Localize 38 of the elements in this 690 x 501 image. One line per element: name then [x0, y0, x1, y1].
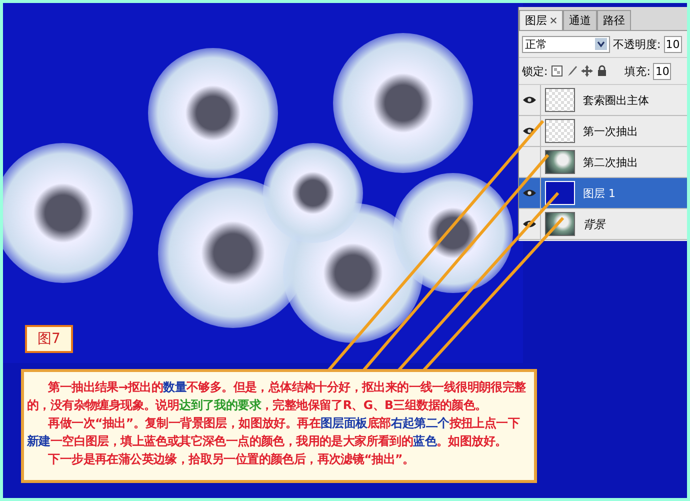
fill-field[interactable]: 10: [653, 62, 672, 80]
layer-name: 第二次抽出: [583, 154, 638, 170]
panel-tab[interactable]: 图层: [519, 10, 563, 30]
layer-row[interactable]: 套索圈出主体: [519, 85, 687, 116]
opacity-field[interactable]: 10: [664, 36, 682, 52]
eye-icon[interactable]: [523, 127, 536, 135]
caret-icon: [595, 38, 607, 50]
move-icon[interactable]: [580, 65, 593, 77]
layer-row[interactable]: 第二次抽出: [519, 147, 687, 178]
layer-thumbnail: [545, 181, 575, 205]
caption-paragraph: 第一抽出结果→抠出的数量不够多。但是，总体结构十分好，抠出来的一线一线很明朗很完整的，没有杂物缠身现象。说明达到了我的要求，完整地保留了R、G、B三组数据的颜色。: [27, 379, 527, 414]
eye-icon[interactable]: [523, 189, 536, 197]
caption-paragraph: 再做一次“抽出”。复制一背景图层，如图放好。再在图层面板底部右起第二个按扭上点一下 新建一空白图层，填上蓝色或其它深色一点的颜色，我用的是大家所看到的蓝色。如图放好。: [27, 415, 521, 450]
layer-name: 套索圈出主体: [583, 92, 649, 108]
layer-name: 背景: [583, 216, 605, 232]
brush-icon[interactable]: [566, 65, 578, 77]
eye-icon[interactable]: [523, 96, 536, 104]
layer-name: 图层 1: [583, 186, 616, 200]
blend-mode-dropdown[interactable]: 正常: [522, 36, 610, 52]
lock-label: 锁定:: [522, 64, 548, 78]
layer-name: 第一次抽出: [583, 124, 638, 138]
lock-icon[interactable]: [596, 65, 608, 77]
panel-tab[interactable]: 路径: [597, 10, 631, 30]
opacity-label: 不透明度:: [613, 36, 661, 52]
layer-thumbnail: [545, 212, 575, 236]
layer-row[interactable]: 背景: [519, 209, 687, 240]
layer-thumbnail: [545, 88, 575, 112]
panel-tab[interactable]: 通道: [563, 10, 597, 30]
checkerboard-icon[interactable]: [550, 65, 563, 77]
figure-label: 图7: [25, 325, 73, 353]
close-icon[interactable]: [550, 17, 557, 24]
fill-label: 填充:: [624, 64, 650, 78]
layer-thumbnail: [545, 119, 575, 143]
layer-row[interactable]: 第一次抽出: [519, 116, 687, 147]
layer-row[interactable]: 图层 1: [519, 178, 687, 209]
layer-thumbnail: [545, 150, 575, 174]
eye-icon[interactable]: [523, 220, 536, 228]
caption-paragraph: 下一步是再在蒲公英边缘，拾取另一位置的颜色后，再次滤镜“抽出”。: [47, 451, 416, 468]
